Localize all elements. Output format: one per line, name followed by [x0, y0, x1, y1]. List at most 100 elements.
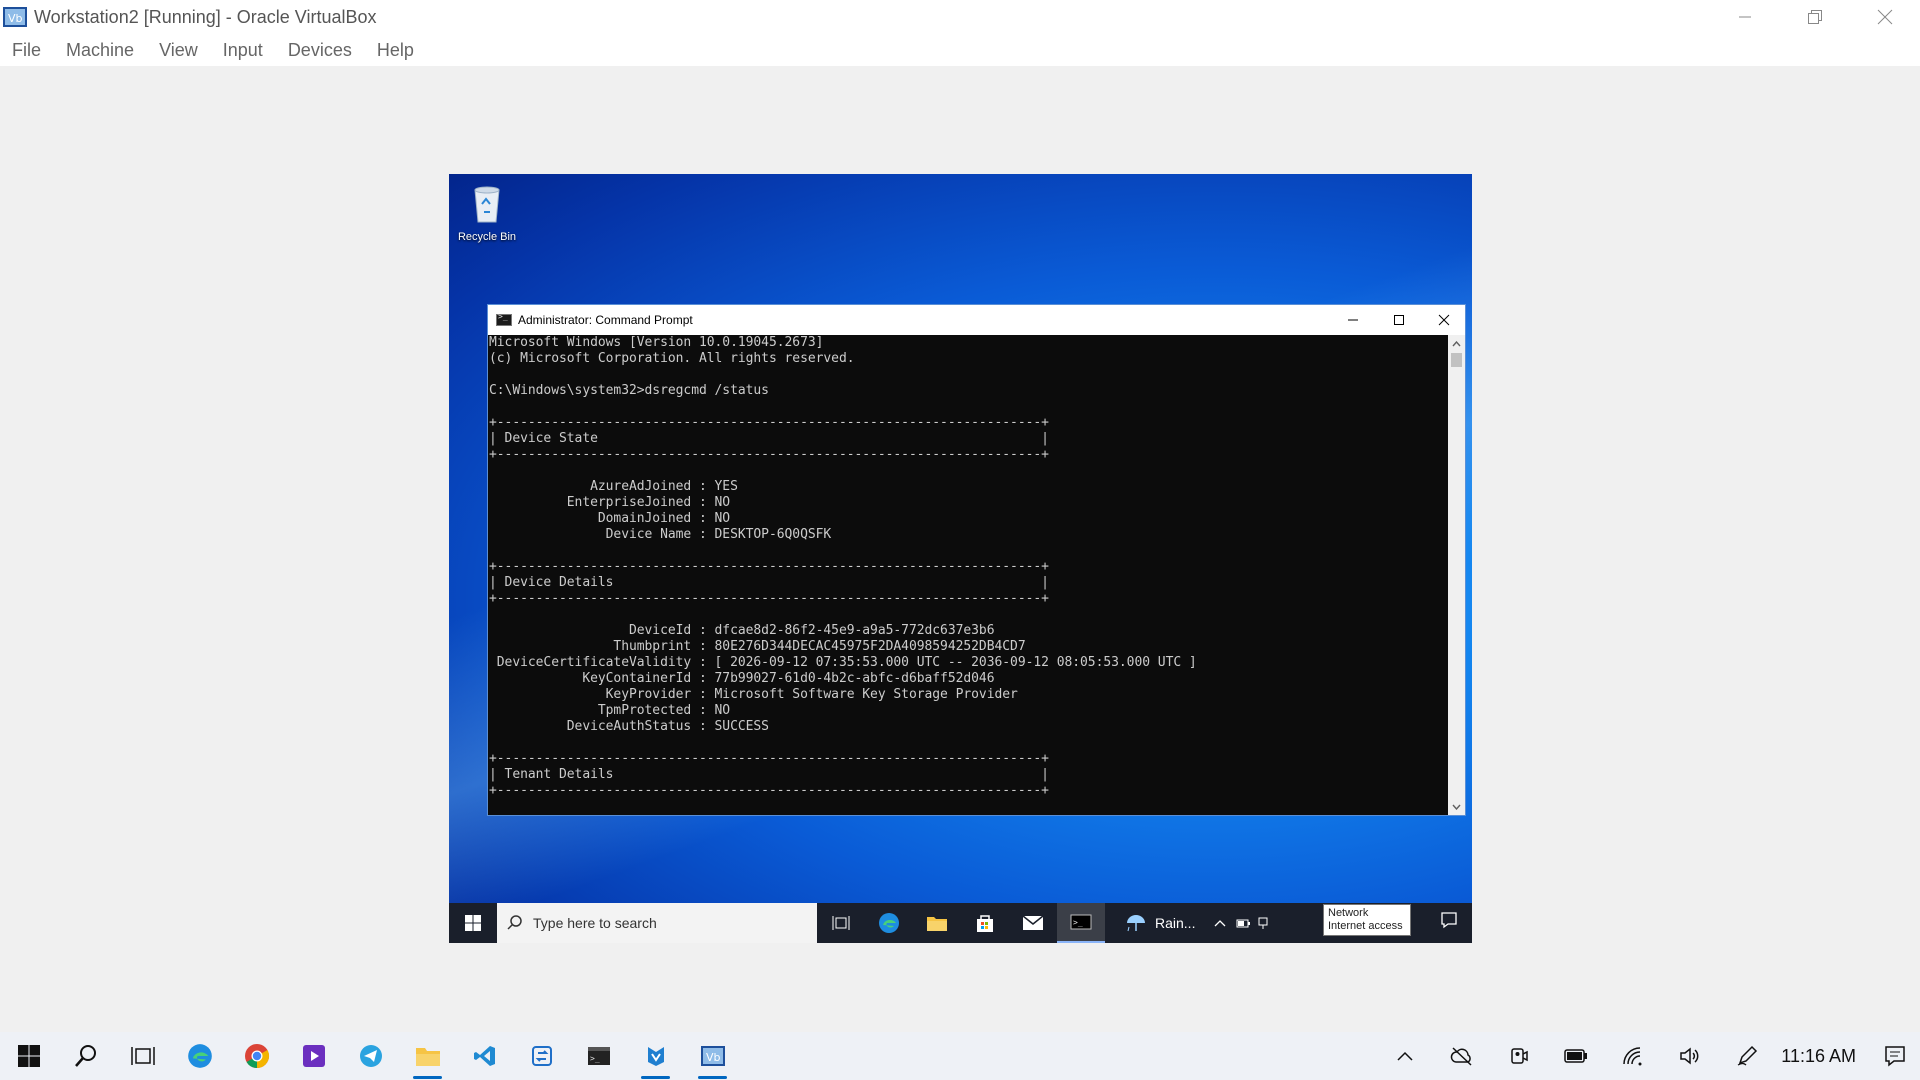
tray-onedrive-button[interactable]	[1433, 1032, 1490, 1080]
edge-taskbar-button[interactable]	[865, 903, 913, 943]
menu-machine[interactable]: Machine	[66, 40, 134, 61]
network-icon[interactable]	[1257, 916, 1269, 930]
telegram-icon	[359, 1045, 382, 1067]
host-start-button[interactable]	[0, 1032, 57, 1080]
guest-search-box[interactable]: Type here to search	[497, 903, 817, 943]
menu-file[interactable]: File	[12, 40, 41, 61]
store-button[interactable]	[961, 903, 1009, 943]
virtualbox-vm-icon: Vb	[700, 1046, 725, 1066]
cmd-close-button[interactable]	[1421, 305, 1466, 335]
pen-icon	[1737, 1045, 1757, 1066]
host-vscode-button[interactable]	[456, 1032, 513, 1080]
console-line: +---------------------------------------…	[489, 591, 1049, 606]
console-line: +---------------------------------------…	[489, 415, 1049, 430]
host-virtualbox-vm-button[interactable]: Vb	[684, 1032, 741, 1080]
console-line: | Device State |	[489, 431, 1049, 446]
host-remote-app-button[interactable]	[513, 1032, 570, 1080]
guest-start-button[interactable]	[449, 903, 497, 943]
svg-text:>_: >_	[590, 1054, 600, 1063]
console-line: | Device Details |	[489, 575, 1049, 590]
cmd-minimize-button[interactable]	[1330, 305, 1375, 335]
host-system-tray: 11:16 AM	[1376, 1032, 1920, 1080]
cmd-title: Administrator: Command Prompt	[518, 313, 693, 327]
console-line: KeyProvider : Microsoft Software Key Sto…	[489, 687, 1018, 702]
vbox-titlebar: Vb Workstation2 [Running] - Oracle Virtu…	[0, 0, 1920, 34]
virtualbox-icon	[647, 1047, 664, 1066]
terminal-icon: >_	[1070, 914, 1092, 930]
host-telegram-button[interactable]	[342, 1032, 399, 1080]
remote-desktop-icon	[531, 1046, 552, 1066]
windows-logo-icon	[465, 915, 481, 931]
guest-system-tray	[1213, 916, 1269, 930]
windows-logo-icon	[17, 1045, 40, 1067]
host-virtualbox-manager-button[interactable]	[627, 1032, 684, 1080]
guest-screen[interactable]: Recycle Bin Administrator: Command Promp…	[449, 174, 1472, 943]
mail-icon	[1022, 915, 1044, 930]
host-chrome-button[interactable]	[228, 1032, 285, 1080]
notification-icon	[1441, 912, 1457, 929]
battery-plug-icon[interactable]	[1235, 917, 1251, 929]
tray-volume-button[interactable]	[1661, 1032, 1718, 1080]
cmd-maximize-button[interactable]	[1376, 305, 1421, 335]
search-icon	[507, 915, 522, 930]
cmd-scrollbar[interactable]	[1448, 335, 1465, 815]
minimize-button[interactable]	[1710, 0, 1780, 34]
host-edge-button[interactable]	[171, 1032, 228, 1080]
volume-icon	[1680, 1047, 1699, 1065]
menu-view[interactable]: View	[159, 40, 198, 61]
recycle-bin-shortcut[interactable]: Recycle Bin	[455, 182, 519, 243]
media-player-icon	[302, 1045, 325, 1067]
host-media-app-button[interactable]	[285, 1032, 342, 1080]
console-line: KeyContainerId : 77b99027-61d0-4b2c-abfc…	[489, 671, 995, 686]
file-explorer-button[interactable]	[913, 903, 961, 943]
scroll-up-button[interactable]	[1448, 335, 1465, 352]
scroll-down-button[interactable]	[1448, 798, 1465, 815]
console-line: +---------------------------------------…	[489, 783, 1049, 798]
chevron-down-icon	[1452, 804, 1461, 810]
clock-time[interactable]: 11:16 AM	[1781, 1046, 1856, 1067]
weather-widget[interactable]: Rain...	[1125, 912, 1195, 934]
maximize-icon	[1393, 315, 1404, 325]
host-taskbar: >_ Vb 11:16 AM	[0, 1032, 1920, 1080]
command-prompt-window[interactable]: Administrator: Command Prompt Microsoft …	[487, 304, 1466, 816]
console-line: EnterpriseJoined : NO	[489, 495, 731, 510]
task-view-icon	[130, 1047, 155, 1065]
cmd-console[interactable]: Microsoft Windows [Version 10.0.19045.26…	[488, 335, 1449, 815]
tray-wifi-button[interactable]	[1604, 1032, 1661, 1080]
tray-pen-button[interactable]	[1718, 1032, 1775, 1080]
close-button[interactable]	[1850, 0, 1920, 34]
console-line: TpmProtected : NO	[489, 703, 731, 718]
task-view-button[interactable]	[817, 903, 865, 943]
menu-devices[interactable]: Devices	[288, 40, 352, 61]
console-line: | Tenant Details |	[489, 767, 1049, 782]
restore-button[interactable]	[1780, 0, 1850, 34]
host-task-view-button[interactable]	[114, 1032, 171, 1080]
notification-center-button[interactable]	[1870, 1032, 1920, 1080]
mail-button[interactable]	[1009, 903, 1057, 943]
window-title: Workstation2 [Running] - Oracle VirtualB…	[34, 6, 377, 27]
menu-input[interactable]: Input	[223, 40, 263, 61]
menu-help[interactable]: Help	[377, 40, 414, 61]
cmd-output-text: Microsoft Windows [Version 10.0.19045.26…	[488, 335, 1449, 799]
chevron-up-icon[interactable]	[1213, 918, 1227, 928]
cmd-titlebar[interactable]: Administrator: Command Prompt	[488, 305, 1465, 335]
battery-icon	[1564, 1049, 1587, 1063]
host-file-explorer-button[interactable]	[399, 1032, 456, 1080]
edge-icon	[187, 1044, 212, 1068]
console-line: Device Name : DESKTOP-6Q0QSFK	[489, 527, 832, 542]
host-search-button[interactable]	[57, 1032, 114, 1080]
scroll-thumb[interactable]	[1451, 353, 1462, 367]
cmd-taskbar-button[interactable]: >_	[1057, 903, 1105, 943]
close-icon	[1438, 314, 1449, 326]
host-terminal-button[interactable]: >_	[570, 1032, 627, 1080]
action-center-button[interactable]	[1440, 911, 1458, 934]
virtualbox-app-icon: Vb	[3, 7, 27, 27]
tray-camera-button[interactable]	[1490, 1032, 1547, 1080]
tray-battery-button[interactable]	[1547, 1032, 1604, 1080]
tray-overflow-button[interactable]	[1376, 1032, 1433, 1080]
